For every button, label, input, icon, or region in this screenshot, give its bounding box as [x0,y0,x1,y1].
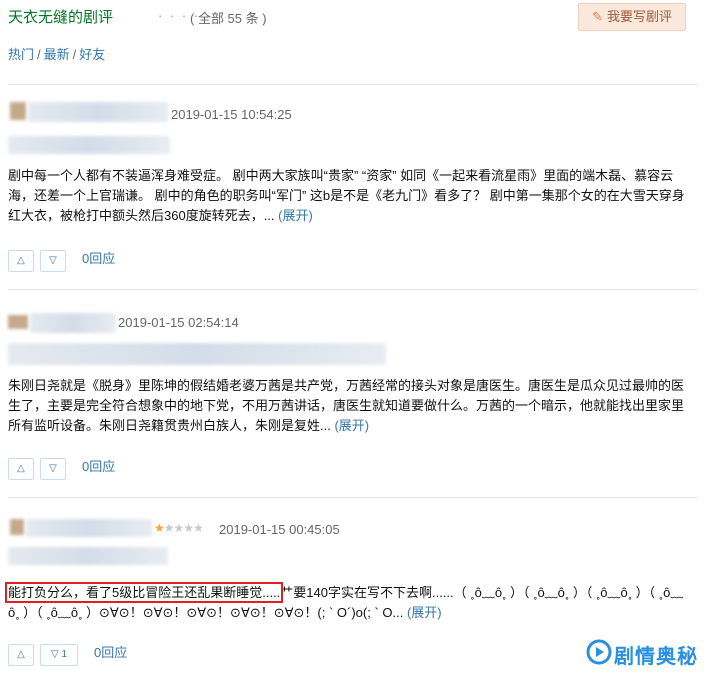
watermark-logo-icon [586,639,612,665]
upvote-button[interactable]: △ [8,644,34,666]
divider [8,84,698,85]
star-rating: ★★★★★ [154,521,204,535]
review-title-redacted[interactable] [8,343,386,365]
username-redacted[interactable] [26,519,152,537]
watermark-text: 剧情奥秘 [614,646,698,668]
review-actions: △ ▽ 1 0回应 [8,642,127,666]
review-count[interactable]: ( 全部 55 条 ) [190,8,267,27]
write-review-label: 我要写剧评 [606,9,672,24]
reply-link[interactable]: 0回应 [82,456,115,475]
highlighted-text: 能打负分么，看了5级比冒险王还乱果断睡觉..... [4,582,284,603]
vote-count: 1 [61,649,68,660]
downvote-button[interactable]: ▽ [40,458,66,480]
upvote-button[interactable]: △ [8,250,34,272]
star-icon: ★ [183,521,194,535]
avatar[interactable] [10,519,24,535]
star-icon: ★ [173,521,185,535]
write-review-button[interactable]: ✎ 我要写剧评 [578,3,686,31]
star-icon: ★ [163,521,175,535]
review-text: 剧中每一个人都有不装逼浑身难受症。 剧中两大家族叫“贵家” “资家” 如同《一起… [8,168,685,223]
upvote-button[interactable]: △ [8,458,34,480]
triangle-up-icon: △ [17,255,25,266]
review-actions: △ ▽ 0回应 [8,456,115,480]
review-content: 剧中每一个人都有不装逼浑身难受症。 剧中两大家族叫“贵家” “资家” 如同《一起… [8,166,688,226]
divider [8,289,698,290]
triangle-up-icon: △ [17,649,25,660]
sort-filters: 热门 / 最新 / 好友 [8,44,105,63]
reply-link[interactable]: 0回应 [82,248,115,267]
expand-link[interactable]: (展开) [278,208,313,223]
filter-latest[interactable]: 最新 [44,47,70,62]
filter-separator: / [37,47,41,62]
reply-link[interactable]: 0回应 [94,642,127,661]
filter-hot[interactable]: 热门 [8,47,34,62]
review-date: 2019-01-15 00:45:05 [219,522,340,537]
triangle-down-icon: ▽ [49,463,57,474]
section-title[interactable]: 天衣无缝的剧评 [8,6,113,27]
star-icon: ★ [154,521,165,535]
review-item: 2019-01-15 10:54:25 剧中每一个人都有不装逼浑身难受症。 剧中… [8,94,698,280]
triangle-up-icon: △ [17,463,25,474]
username-redacted[interactable] [28,102,168,122]
review-content: 朱刚日尧就是《脱身》里陈坤的假结婚老婆万茜是共产党，万茜经常的接头对象是唐医生。… [8,376,688,436]
filter-separator: / [72,47,77,62]
downvote-button[interactable]: ▽ 1 [40,644,78,666]
triangle-down-icon: ▽ [50,649,59,660]
username-redacted[interactable] [30,313,116,333]
review-date: 2019-01-15 02:54:14 [118,315,239,330]
review-title-redacted[interactable] [8,547,168,565]
downvote-button[interactable]: ▽ [40,250,66,272]
expand-link[interactable]: (展开) [407,605,442,620]
review-item: 2019-01-15 02:54:14 朱刚日尧就是《脱身》里陈坤的假结婚老婆万… [8,301,698,487]
review-date: 2019-01-15 10:54:25 [171,107,292,122]
avatar[interactable] [8,315,28,329]
triangle-down-icon: ▽ [49,255,57,266]
expand-link[interactable]: (展开) [334,418,369,433]
avatar[interactable] [10,102,26,120]
review-title-redacted[interactable] [8,136,170,154]
star-icon: ★ [193,521,204,535]
pen-icon: ✎ [592,9,603,24]
review-actions: △ ▽ 0回应 [8,248,115,272]
review-content: 能打负分么，看了5级比冒险王还乱果断睡觉.....艹要140字实在写不下去啊..… [4,582,688,623]
divider [8,497,698,498]
reviews-header: 天衣无缝的剧评 · · · · · · ( 全部 55 条 ) ✎ 我要写剧评 [8,3,698,31]
filter-friends[interactable]: 好友 [79,47,105,62]
